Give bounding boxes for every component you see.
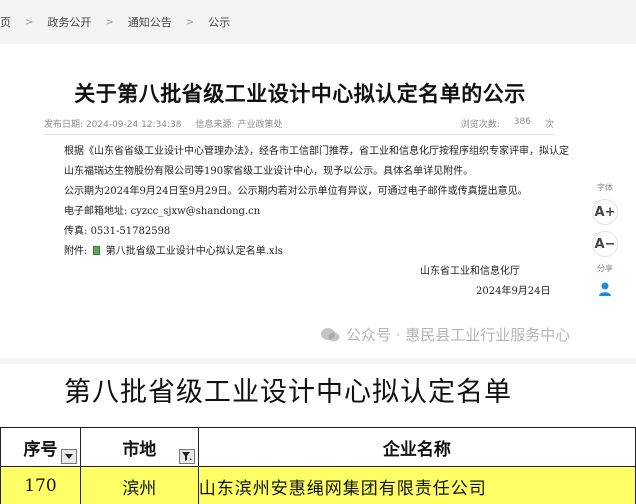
table-header-row: 序号 市地 企业名称 (0, 427, 636, 467)
email-label: 电子邮箱地址: (64, 206, 128, 217)
article-body: 根据《山东省省级工业设计中心管理办法》，经各市工信部门推荐，省工业和信息化厅按程… (44, 142, 569, 262)
date-label: 发布日期: (44, 120, 84, 130)
info-source: 信息来源: 产业政策处 (196, 117, 283, 130)
source-value: 产业政策处 (237, 120, 283, 130)
cell-index: 170 (0, 466, 81, 504)
header-company: 企业名称 (197, 427, 636, 467)
sheet-title: 第八批省级工业设计中心拟认定名单 (64, 377, 512, 408)
share-person-icon (599, 282, 611, 296)
cell-company: 山东滨州安惠绳网集团有限责任公司 (197, 466, 636, 504)
breadcrumb-publicity[interactable]: 公示 (208, 14, 230, 30)
breadcrumb-separator: > (185, 16, 195, 28)
date-value: 2024-09-24 12:34:38 (85, 120, 182, 130)
email-line: 电子邮箱地址: cyzcc_sjxw@shandong.cn (44, 202, 569, 222)
paragraph: 根据《山东省省级工业设计中心管理办法》，经各市工信部门推荐，省工业和信息化厅按程… (64, 146, 569, 177)
fax-line: 传真: 0531-51782598 (44, 222, 569, 242)
watermark: 公众号 · 惠民县工业行业服务中心 (320, 324, 570, 345)
filter-active-button[interactable] (178, 449, 195, 464)
side-tools: 字体 A+ A− 分享 (590, 182, 620, 300)
wechat-icon (321, 327, 340, 341)
dropdown-arrow-icon (64, 454, 73, 459)
breadcrumb-separator: > (105, 16, 114, 28)
font-label: 字体 (597, 183, 613, 192)
views-label: 浏览次数: (460, 120, 500, 130)
breadcrumb: 页 > 政务公开 > 通知公告 > 公示 (0, 0, 636, 44)
signature-org: 山东省工业和信息化厅 (420, 266, 520, 277)
breadcrumb-separator: > (25, 16, 34, 28)
views-unit: 次 (544, 120, 554, 130)
header-city: 市地 (79, 427, 199, 467)
header-index: 序号 (0, 427, 81, 467)
views-value: 386 (513, 117, 531, 127)
view-count: 浏览次数: 386 次 (461, 117, 554, 130)
email-link[interactable]: cyzcc_sjxw@shandong.cn (131, 206, 261, 217)
breadcrumb-gov-affairs[interactable]: 政务公开 (47, 14, 91, 30)
header-label: 企业名称 (382, 439, 451, 460)
signature-block: 山东省工业和信息化厅 2024年9月24日 (420, 262, 551, 302)
candidate-table: 序号 市地 企业名称 170 滨州 山东滨州安惠绳网集团有限责任公司 (0, 427, 636, 504)
attachment-link[interactable]: 第八批省级工业设计中心拟认定名单.xls (106, 246, 283, 257)
article-title: 关于第八批省级工业设计中心拟认定名单的公示 (74, 82, 526, 106)
funnel-filter-icon (181, 452, 192, 461)
paragraph: 公示期为2024年9月24日至9月29日。公示期内若对公示单位有异议，可通过电子… (64, 186, 528, 197)
cell-city: 滨州 (79, 466, 199, 504)
share-button[interactable] (594, 278, 616, 300)
fax-label: 传真: (64, 226, 88, 237)
share-label: 分享 (597, 264, 613, 273)
meta-divider (44, 134, 554, 135)
publish-date: 发布日期: 2024-09-24 12:34:38 (44, 117, 182, 130)
article-panel: 关于第八批省级工业设计中心拟认定名单的公示 发布日期: 2024-09-24 1… (0, 44, 636, 358)
breadcrumb-notices[interactable]: 通知公告 (128, 14, 172, 30)
font-increase-button[interactable]: A+ (592, 199, 618, 225)
font-decrease-button[interactable]: A− (592, 231, 618, 257)
attachment-line: 附件: 第八批省级工业设计中心拟认定名单.xls (44, 242, 569, 262)
signature-date: 2024年9月24日 (476, 286, 551, 297)
article-meta: 发布日期: 2024-09-24 12:34:38 信息来源: 产业政策处 浏览… (44, 117, 554, 130)
section-divider (0, 358, 636, 364)
filter-dropdown-button[interactable] (60, 449, 77, 464)
table-row: 170 滨州 山东滨州安惠绳网集团有限责任公司 (0, 466, 636, 504)
attachment-label: 附件: (64, 246, 88, 257)
excel-file-icon (92, 246, 100, 255)
fax-value: 0531-51782598 (90, 226, 171, 237)
source-label: 信息来源: (195, 120, 235, 130)
breadcrumb-home[interactable]: 页 (0, 14, 11, 30)
watermark-text: 公众号 · 惠民县工业行业服务中心 (346, 326, 571, 344)
